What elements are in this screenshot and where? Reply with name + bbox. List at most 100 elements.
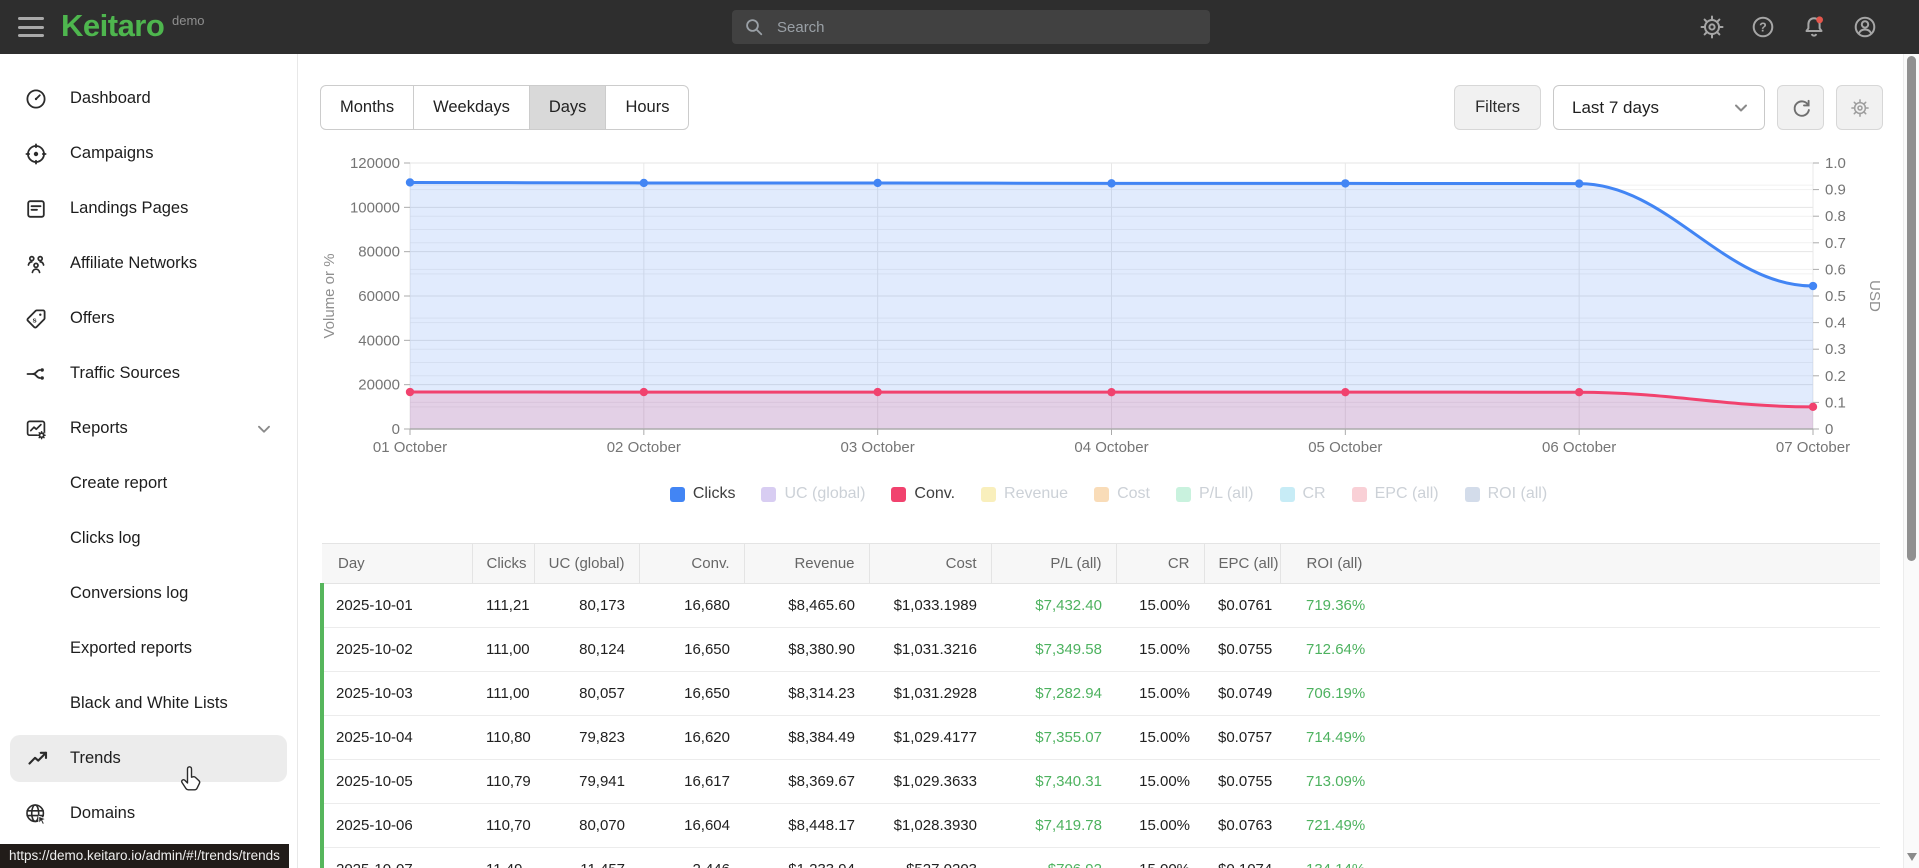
cell-cr: 15.00% bbox=[1116, 759, 1204, 804]
legend-item-epc-all[interactable]: EPC (all) bbox=[1351, 485, 1439, 503]
traffic-icon bbox=[24, 362, 48, 386]
tab-weekdays[interactable]: Weekdays bbox=[413, 86, 529, 129]
tab-months[interactable]: Months bbox=[321, 86, 413, 129]
search-input[interactable] bbox=[775, 17, 1199, 37]
refresh-button[interactable] bbox=[1777, 85, 1824, 130]
user-avatar-icon[interactable] bbox=[1852, 14, 1878, 40]
cell-cr: 15.00% bbox=[1116, 583, 1204, 628]
right-axis-title: USD bbox=[1866, 280, 1883, 312]
tab-hours[interactable]: Hours bbox=[605, 86, 688, 129]
legend-label: CR bbox=[1302, 485, 1326, 502]
sidebar-item-offers[interactable]: s Offers bbox=[0, 291, 297, 346]
right-axis-tick-label: 0.8 bbox=[1825, 208, 1846, 225]
scrollbar-thumb[interactable] bbox=[1907, 56, 1916, 561]
data-point-clicks bbox=[873, 178, 882, 188]
sidebar-item-reports[interactable]: Reports bbox=[0, 401, 297, 456]
cell-clicks: 111,00 bbox=[472, 627, 534, 672]
left-axis-tick-label: 60000 bbox=[358, 288, 400, 305]
app-logo[interactable]: Keitaro bbox=[61, 8, 165, 44]
notifications-bell-icon[interactable] bbox=[1801, 14, 1827, 40]
sidebar-item-affiliate-networks[interactable]: Affiliate Networks bbox=[0, 236, 297, 291]
sidebar: Dashboard Campaigns Landings Pages Affiliat… bbox=[0, 54, 298, 868]
column-header-uc-global: UC (global) bbox=[534, 543, 640, 584]
legend-item-uc-global[interactable]: UC (global) bbox=[761, 485, 865, 503]
legend-item-clicks[interactable]: Clicks bbox=[669, 485, 735, 503]
affiliates-icon bbox=[24, 252, 48, 276]
sidebar-item-landings-pages[interactable]: Landings Pages bbox=[0, 181, 297, 236]
date-range-value: Last 7 days bbox=[1572, 97, 1659, 117]
table-row: 2025-10-06 110,70 80,070 16,604 $8,448.17 $1,… bbox=[320, 803, 1880, 848]
global-search[interactable] bbox=[732, 10, 1210, 44]
sidebar-subitem-conversions-log[interactable]: Conversions log bbox=[0, 566, 297, 621]
cell-roi-all: 719.36% bbox=[1280, 583, 1880, 628]
cell-p-l-all: $7,419.78 bbox=[991, 803, 1116, 848]
cell-roi-all: 134.14% bbox=[1280, 847, 1880, 868]
settings-gear-icon[interactable] bbox=[1699, 14, 1725, 40]
notification-dot bbox=[1816, 16, 1823, 24]
sidebar-subitem-create-report[interactable]: Create report bbox=[0, 456, 297, 511]
legend-item-cr[interactable]: CR bbox=[1279, 485, 1326, 503]
menu-hamburger-icon[interactable] bbox=[18, 17, 44, 37]
legend-swatch bbox=[1464, 486, 1480, 502]
legend-item-roi-all[interactable]: ROI (all) bbox=[1464, 485, 1548, 503]
column-header-conv: Conv. bbox=[639, 543, 745, 584]
chart-settings-button[interactable] bbox=[1836, 85, 1883, 130]
data-point-clicks bbox=[1107, 179, 1116, 188]
left-axis-tick-label: 120000 bbox=[350, 155, 400, 172]
legend-item-cost[interactable]: Cost bbox=[1094, 485, 1150, 503]
cell-revenue: $8,465.60 bbox=[744, 583, 869, 628]
cell-epc-all: $0.0749 bbox=[1204, 671, 1280, 716]
right-axis-tick-label: 1.0 bbox=[1825, 155, 1846, 172]
cell-epc-all: $0.0755 bbox=[1204, 627, 1280, 672]
cell-cr: 15.00% bbox=[1116, 627, 1204, 672]
data-point-clicks bbox=[639, 178, 649, 188]
cell-cr: 15.00% bbox=[1116, 847, 1204, 868]
sidebar-item-traffic-sources[interactable]: Traffic Sources bbox=[0, 346, 297, 401]
cell-p-l-all: $706.92 bbox=[991, 847, 1116, 868]
cell-cost: $527.0203 bbox=[869, 847, 991, 868]
cell-roi-all: 712.64% bbox=[1280, 627, 1880, 672]
topbar: Keitaro demo ? bbox=[0, 0, 1919, 54]
legend-label: ROI (all) bbox=[1487, 485, 1548, 502]
page-scrollbar[interactable] bbox=[1903, 54, 1919, 868]
chevron-down-icon[interactable] bbox=[253, 418, 275, 440]
tab-days[interactable]: Days bbox=[528, 86, 606, 129]
sidebar-item-label: Offers bbox=[70, 309, 115, 327]
left-axis-tick-label: 40000 bbox=[358, 332, 400, 349]
sidebar-item-domains[interactable]: Domains bbox=[0, 786, 297, 841]
sidebar-item-campaigns[interactable]: Campaigns bbox=[0, 126, 297, 181]
cell-uc-global: 79,941 bbox=[534, 759, 639, 804]
sidebar-item-dashboard[interactable]: Dashboard bbox=[0, 71, 297, 126]
sidebar-subitem-clicks-log[interactable]: Clicks log bbox=[0, 511, 297, 566]
sidebar-subitem-black-and-white-lists[interactable]: Black and White Lists bbox=[0, 676, 297, 731]
sidebar-subitem-exported-reports[interactable]: Exported reports bbox=[0, 621, 297, 676]
cell-roi-all: 714.49% bbox=[1280, 715, 1880, 760]
data-point-conv bbox=[1341, 387, 1350, 397]
scrollbar-down-arrow-icon[interactable] bbox=[1907, 853, 1917, 861]
filters-button[interactable]: Filters bbox=[1454, 85, 1541, 130]
cell-uc-global: 80,173 bbox=[534, 583, 639, 628]
legend-item-revenue[interactable]: Revenue bbox=[981, 485, 1068, 503]
date-range-select[interactable]: Last 7 days bbox=[1553, 85, 1765, 130]
help-icon[interactable]: ? bbox=[1750, 14, 1776, 40]
legend-item-conv[interactable]: Conv. bbox=[891, 485, 955, 503]
cell-cost: $1,031.2928 bbox=[869, 671, 991, 716]
cell-cost: $1,029.3633 bbox=[869, 759, 991, 804]
cell-uc-global: 80,124 bbox=[534, 627, 639, 672]
cell-epc-all: $0.1074 bbox=[1204, 847, 1280, 868]
main-content: Months Weekdays Days Hours Filters Last 7 d… bbox=[298, 54, 1919, 868]
legend-item-p-l-all[interactable]: P/L (all) bbox=[1175, 485, 1254, 503]
sidebar-item-trends[interactable]: Trends bbox=[10, 735, 287, 782]
left-axis-tick-label: 20000 bbox=[358, 377, 400, 394]
column-header-epc-all: EPC (all) bbox=[1204, 543, 1281, 584]
table-row: 2025-10-0711,4911,4572,446$1,233.94$527.… bbox=[320, 847, 1880, 868]
sidebar-item-label: Domains bbox=[70, 804, 136, 822]
cell-cost: $1,033.1989 bbox=[869, 583, 991, 628]
cell-roi-all: 706.19% bbox=[1280, 671, 1880, 716]
sidebar-item-label: Affiliate Networks bbox=[70, 254, 198, 272]
chevron-down-icon bbox=[1735, 104, 1747, 111]
column-header-cr: CR bbox=[1116, 543, 1205, 584]
right-axis-tick-label: 0.6 bbox=[1825, 261, 1846, 278]
cell-conv: 16,650 bbox=[639, 627, 744, 672]
x-axis-label: 06 October bbox=[1542, 439, 1616, 456]
